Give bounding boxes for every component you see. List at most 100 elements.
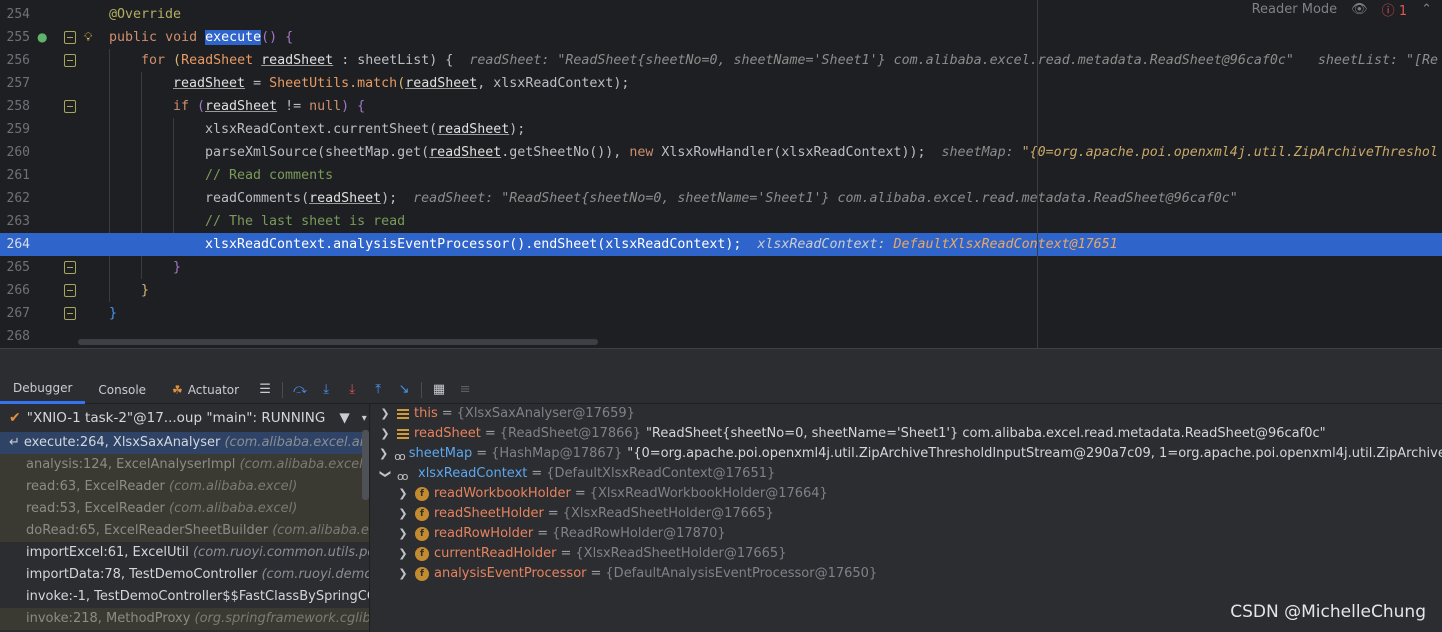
field-icon: f xyxy=(415,507,429,521)
code-text: if (readSheet != null) { xyxy=(173,99,366,114)
fold-marker-icon[interactable] xyxy=(64,31,76,44)
stack-frame[interactable]: importExcel:61, ExcelUtil (com.ruoyi.com… xyxy=(0,542,369,564)
debugger-toolbar: Debugger Console ☘︎ Actuator ☰ ⤼ ⤓ ⤓ ⤒ ↘ … xyxy=(0,376,1442,404)
code-line: 260 parseXmlSource(sheetMap.get(readShee… xyxy=(0,141,1442,164)
line-number: 268 xyxy=(6,329,30,344)
tab-debugger[interactable]: Debugger xyxy=(0,376,86,404)
line-number: 259 xyxy=(6,122,30,137)
expand-arrow-icon: ❯ xyxy=(398,547,408,560)
variable-row[interactable]: ❯ f readSheetHolder = {XlsxReadSheetHolder@… xyxy=(371,504,1442,524)
fold-marker-icon[interactable] xyxy=(64,261,76,274)
expand-arrow-icon: ❯ xyxy=(398,507,408,520)
object-icon xyxy=(397,408,409,420)
tab-console[interactable]: Console xyxy=(85,376,159,404)
watermark: CSDN @MichelleChung xyxy=(1230,602,1426,622)
lightbulb-icon[interactable]: 💡︎ xyxy=(84,30,92,44)
code-text: readComments(readSheet); readSheet: "Rea… xyxy=(205,191,1238,206)
code-line: 257 readSheet = SheetUtils.match(readShe… xyxy=(0,72,1442,95)
frames-scrollbar[interactable] xyxy=(362,430,369,500)
tab-actuator[interactable]: ☘︎ Actuator xyxy=(159,376,252,404)
variable-row[interactable]: ❯ this = {XlsxSaxAnalyser@17659} xyxy=(371,404,1442,424)
stack-frame[interactable]: doRead:65, ExcelReaderSheetBuilder (com.… xyxy=(0,520,369,542)
line-number: 264 xyxy=(6,237,30,252)
stack-frame[interactable]: read:63, ExcelReader (com.alibaba.excel) xyxy=(0,476,369,498)
code-line: 262 readComments(readSheet); readSheet: … xyxy=(0,187,1442,210)
field-icon: f xyxy=(415,487,429,501)
code-line: 263 // The last sheet is read xyxy=(0,210,1442,233)
stack-frame[interactable]: importData:78, TestDemoController (com.r… xyxy=(0,564,369,586)
code-text: } xyxy=(109,306,118,321)
code-text: } xyxy=(173,260,182,275)
checkmark-icon: ✔ xyxy=(9,410,21,426)
line-number: 267 xyxy=(6,306,30,321)
line-number: 265 xyxy=(6,260,30,275)
expand-arrow-icon: ❯ xyxy=(380,407,390,420)
return-arrow-icon: ↵ xyxy=(9,435,20,450)
line-number: 256 xyxy=(6,53,30,68)
field-icon: f xyxy=(415,547,429,561)
stack-frame[interactable]: read:53, ExcelReader (com.alibaba.excel) xyxy=(0,498,369,520)
code-text: readSheet = SheetUtils.match(readSheet, … xyxy=(173,76,630,91)
code-line: 256 for (ReadSheet readSheet : sheetList… xyxy=(0,49,1442,72)
variable-row[interactable]: ❯ oo sheetMap = {HashMap@17867} "{0=org.apac… xyxy=(371,444,1442,464)
field-icon: f xyxy=(415,527,429,541)
code-text: // Read comments xyxy=(205,168,334,183)
horizontal-scrollbar[interactable] xyxy=(78,339,598,345)
line-number: 257 xyxy=(6,76,30,91)
variable-row[interactable]: ❯ readSheet = {ReadSheet@17866} "ReadSheet{… xyxy=(371,424,1442,444)
run-to-cursor-icon[interactable]: ↘ xyxy=(391,376,417,404)
line-number: 263 xyxy=(6,214,30,229)
variable-row[interactable]: ❯ f currentReadHolder = {XlsxReadSheetHolde… xyxy=(371,544,1442,564)
line-number: 266 xyxy=(6,283,30,298)
code-text: for (ReadSheet readSheet : sheetList) { … xyxy=(141,53,1438,68)
debug-tool-window-header xyxy=(0,348,1442,376)
code-line: 255 ● 💡︎ public void execute() { xyxy=(0,26,1442,49)
expand-arrow-icon: ❯ xyxy=(398,567,408,580)
field-icon: f xyxy=(415,567,429,581)
code-text: @Override xyxy=(109,7,182,22)
frames-panel: ✔ "XNIO-1 task-2"@17...oup "main": RUNNI… xyxy=(0,404,370,632)
stack-frame[interactable]: invoke:-1, TestDemoController$$FastClass… xyxy=(0,586,369,608)
expand-arrow-icon: ❯ xyxy=(380,427,390,440)
thread-selector[interactable]: ✔ "XNIO-1 task-2"@17...oup "main": RUNNI… xyxy=(0,404,369,432)
step-into-icon[interactable]: ⤓ xyxy=(313,376,339,404)
filter-icon[interactable]: ▼ xyxy=(339,410,349,426)
fold-marker-icon[interactable] xyxy=(64,100,76,113)
step-over-icon[interactable]: ⤼ xyxy=(287,376,313,404)
evaluate-expression-icon[interactable]: ▦ xyxy=(426,376,452,404)
variable-row[interactable]: ❯ oo xlsxReadContext = {DefaultXlsxReadCont… xyxy=(371,464,1442,484)
stack-frame[interactable]: analysis:124, ExcelAnalyserImpl (com.ali… xyxy=(0,454,369,476)
code-line: 254 @Override xyxy=(0,3,1442,26)
variable-row[interactable]: ❯ f readRowHolder = {ReadRowHolder@17870} xyxy=(371,524,1442,544)
variable-row[interactable]: ❯ f analysisEventProcessor = {DefaultAnalys… xyxy=(371,564,1442,584)
code-line: 265 } xyxy=(0,256,1442,279)
fold-marker-icon[interactable] xyxy=(64,307,76,320)
force-step-into-icon[interactable]: ⤓ xyxy=(339,376,365,404)
code-text: parseXmlSource(sheetMap.get(readSheet.ge… xyxy=(205,145,1438,160)
code-text: xlsxReadContext.currentSheet(readSheet); xyxy=(205,122,526,137)
collapse-arrow-icon: ❯ xyxy=(379,469,392,479)
editor-right-margin xyxy=(1037,0,1038,348)
menu-icon[interactable]: ☰ xyxy=(252,376,278,404)
step-out-icon[interactable]: ⤒ xyxy=(365,376,391,404)
code-line: 266 } xyxy=(0,279,1442,302)
code-line: 261 // Read comments xyxy=(0,164,1442,187)
variable-row[interactable]: ❯ f readWorkbookHolder = {XlsxReadWorkbookH… xyxy=(371,484,1442,504)
line-number: 258 xyxy=(6,99,30,114)
stack-frame[interactable]: invoke:218, MethodProxy (org.springframe… xyxy=(0,608,369,630)
fold-marker-icon[interactable] xyxy=(64,54,76,67)
code-editor[interactable]: Reader Mode 👁︎ ⓘ 1 ⌃ 254 @Override 255 ●… xyxy=(0,0,1442,348)
line-number: 255 xyxy=(6,30,30,45)
line-number: 254 xyxy=(6,7,30,22)
line-number: 262 xyxy=(6,191,30,206)
code-line: 267 } xyxy=(0,302,1442,325)
line-number: 261 xyxy=(6,168,30,183)
actuator-icon: ☘︎ xyxy=(172,382,183,397)
override-method-icon[interactable]: ● xyxy=(37,30,47,44)
fold-marker-icon[interactable] xyxy=(64,284,76,297)
stack-frame[interactable]: ↵ execute:264, XlsxSaxAnalyser (com.aliba… xyxy=(0,432,369,454)
chevron-down-icon[interactable]: ▾ xyxy=(362,413,367,424)
trace-stream-icon[interactable]: ≡ xyxy=(452,376,478,404)
expand-arrow-icon: ❯ xyxy=(398,487,408,500)
code-line: 259 xlsxReadContext.currentSheet(readShe… xyxy=(0,118,1442,141)
